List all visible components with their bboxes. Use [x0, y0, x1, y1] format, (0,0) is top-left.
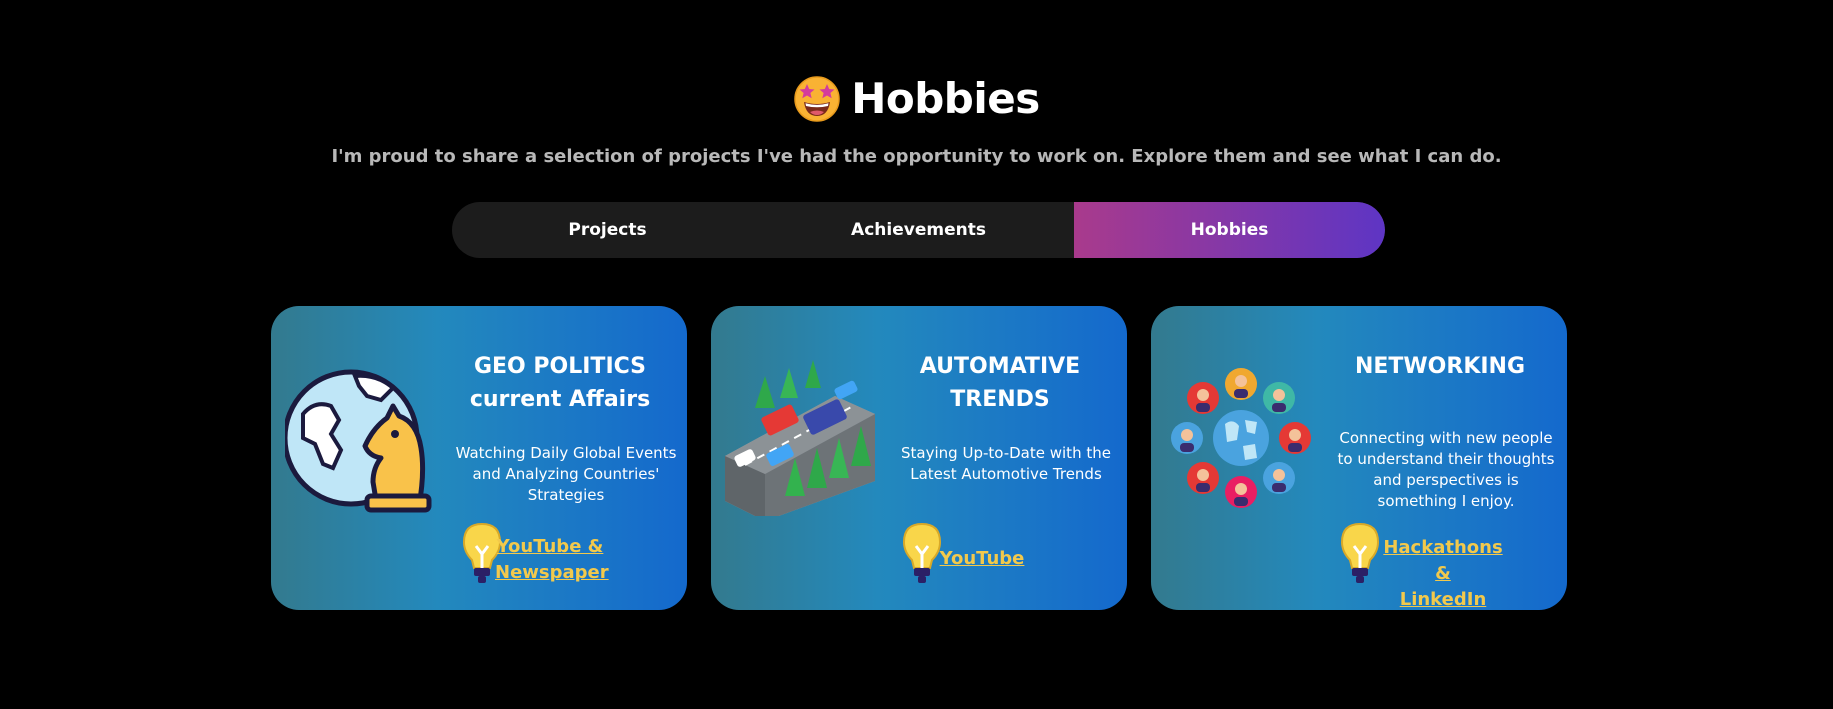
- card-description: Connecting with new people to understand…: [1337, 429, 1555, 510]
- hobby-card-geopolitics: GEO POLITICS current Affairs Watching Da…: [271, 306, 687, 610]
- hobby-card-networking: NETWORKING Connecting with new people to…: [1151, 306, 1567, 610]
- page-title: Hobbies: [851, 74, 1040, 123]
- star-struck-emoji-icon: [794, 75, 840, 122]
- card-link-hackathons-linkedin[interactable]: Hackathons & LinkedIn: [1373, 535, 1513, 610]
- tab-achievements[interactable]: Achievements: [763, 202, 1074, 258]
- tab-projects[interactable]: Projects: [452, 202, 763, 258]
- lightbulb-icon: [902, 522, 942, 583]
- section-heading: Hobbies: [0, 74, 1833, 123]
- hobby-card-automotive: AUTOMATIVE TRENDS Staying Up-to-Date wit…: [711, 306, 1127, 610]
- card-title: GEO POLITICS current Affairs: [469, 354, 651, 412]
- tab-hobbies[interactable]: Hobbies: [1074, 202, 1385, 258]
- globe-chess-knight-icon: [285, 369, 432, 513]
- card-description: Staying Up-to-Date with the Latest Autom…: [901, 444, 1111, 483]
- tab-bar: Projects Achievements Hobbies: [452, 202, 1385, 258]
- card-link-youtube[interactable]: YouTube: [937, 546, 1027, 572]
- card-link-youtube-newspaper[interactable]: YouTube & Newspaper: [495, 534, 609, 586]
- highway-cars-icon: [725, 360, 875, 516]
- page-subtitle: I'm proud to share a selection of projec…: [331, 146, 1502, 167]
- card-title: AUTOMATIVE TRENDS: [919, 354, 1081, 412]
- people-network-globe-icon: [1171, 368, 1311, 508]
- card-description: Watching Daily Global Events and Analyzi…: [455, 444, 677, 504]
- card-title: NETWORKING: [1354, 354, 1526, 379]
